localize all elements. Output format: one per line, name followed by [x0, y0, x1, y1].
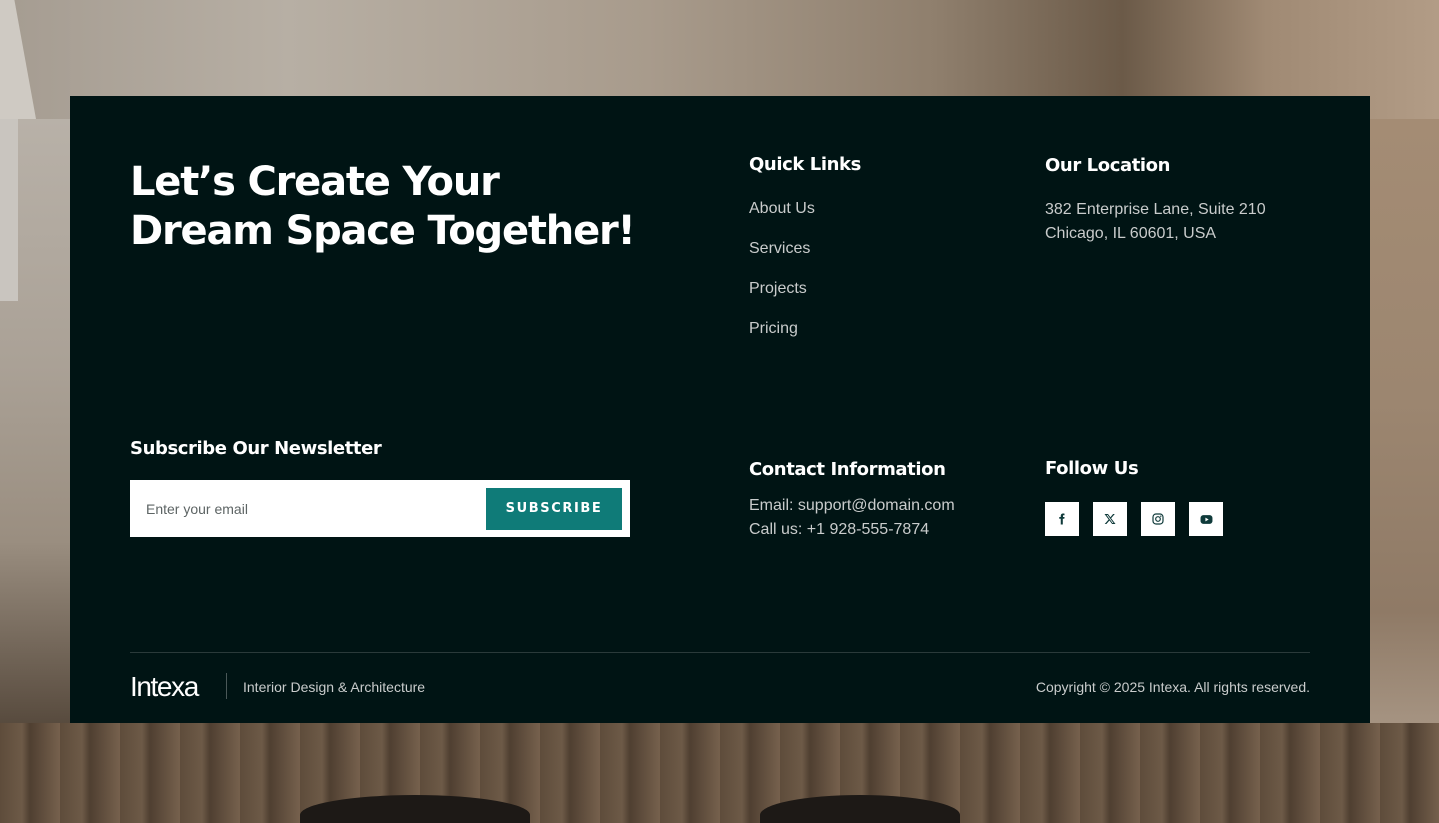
follow-title: Follow Us	[1045, 458, 1139, 479]
email-input[interactable]	[130, 480, 486, 537]
logo-tagline: Interior Design & Architecture	[243, 679, 426, 695]
youtube-icon[interactable]	[1189, 502, 1223, 536]
logo-separator	[226, 673, 227, 699]
link-services[interactable]: Services	[749, 239, 815, 259]
location-address: 382 Enterprise Lane, Suite 210 Chicago, …	[1045, 198, 1266, 246]
quick-links-nav: About Us Services Projects Pricing	[749, 199, 815, 359]
contact-email[interactable]: Email: support@domain.com	[749, 494, 955, 518]
newsletter-form: SUBSCRIBE	[130, 480, 630, 537]
subscribe-button[interactable]: SUBSCRIBE	[486, 487, 622, 530]
location-title: Our Location	[1045, 155, 1171, 176]
background-bottom	[0, 723, 1439, 823]
background-right	[1370, 119, 1439, 823]
address-line-2: Chicago, IL 60601, USA	[1045, 225, 1217, 242]
x-twitter-icon[interactable]	[1093, 502, 1127, 536]
address-line-1: 382 Enterprise Lane, Suite 210	[1045, 201, 1266, 218]
contact-phone[interactable]: Call us: +1 928-555-7874	[749, 518, 955, 542]
link-pricing[interactable]: Pricing	[749, 319, 815, 339]
newsletter-title: Subscribe Our Newsletter	[130, 438, 382, 459]
facebook-icon[interactable]	[1045, 502, 1079, 536]
copyright-text: Copyright © 2025 Intexa. All rights rese…	[1035, 679, 1310, 695]
link-about-us[interactable]: About Us	[749, 199, 815, 219]
site-footer: Let’s Create Your Dream Space Together! …	[70, 96, 1370, 723]
contact-info: Email: support@domain.com Call us: +1 92…	[749, 494, 955, 542]
social-links	[1045, 502, 1223, 536]
background-lamp-stem	[0, 119, 18, 301]
quick-links-title: Quick Links	[749, 154, 861, 175]
link-projects[interactable]: Projects	[749, 279, 815, 299]
intexa-logo[interactable]: Intexa	[130, 670, 199, 704]
footer-divider	[130, 652, 1310, 653]
instagram-icon[interactable]	[1141, 502, 1175, 536]
footer-headline: Let’s Create Your Dream Space Together!	[130, 158, 650, 256]
headline-line-2: Dream Space Together!	[130, 208, 636, 254]
contact-title: Contact Information	[749, 459, 946, 480]
headline-line-1: Let’s Create Your	[130, 159, 500, 205]
